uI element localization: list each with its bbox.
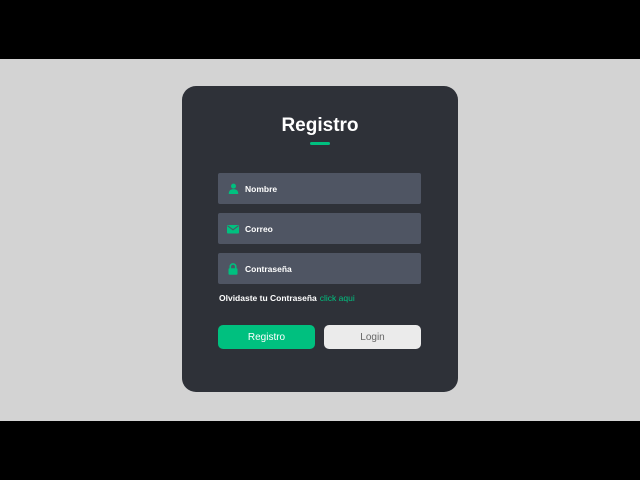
- login-button[interactable]: Login: [324, 325, 421, 349]
- form-title: Registro: [281, 115, 359, 136]
- page-background: Registro Nombre Correo Olvidaste tu Cont…: [0, 59, 640, 421]
- register-button[interactable]: Registro: [218, 325, 315, 349]
- envelope-icon: [227, 223, 239, 235]
- letterbox-bottom: [0, 421, 640, 480]
- forgot-password-text: Olvidaste tu Contraseña: [219, 293, 317, 303]
- password-field[interactable]: [218, 253, 421, 284]
- forgot-password-row: Olvidaste tu Contraseña click aqui: [219, 293, 355, 303]
- email-field[interactable]: [218, 213, 421, 244]
- name-field[interactable]: [218, 173, 421, 204]
- registration-card: Registro Nombre Correo Olvidaste tu Cont…: [182, 86, 458, 392]
- forgot-password-link[interactable]: click aqui: [320, 293, 355, 303]
- title-underline: [310, 142, 330, 145]
- lock-icon: [227, 262, 239, 275]
- letterbox-top: [0, 0, 640, 59]
- password-input[interactable]: [245, 263, 415, 274]
- user-icon: [227, 183, 239, 195]
- email-input[interactable]: [245, 223, 415, 234]
- name-input[interactable]: [245, 183, 415, 194]
